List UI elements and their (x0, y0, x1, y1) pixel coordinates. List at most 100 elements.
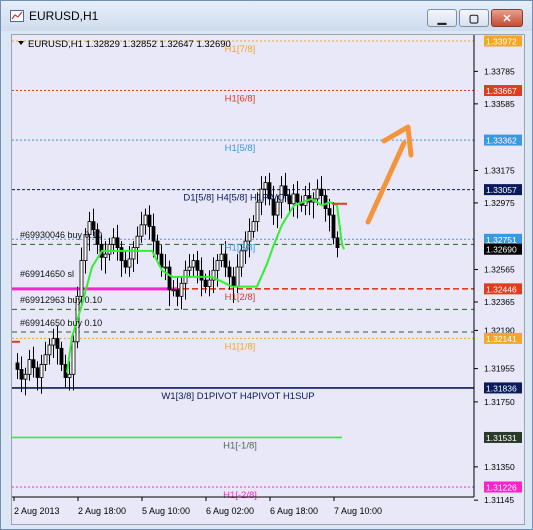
candle (19, 369, 24, 380)
candle (215, 260, 220, 271)
candle (175, 289, 180, 297)
candle (147, 214, 152, 227)
close-button[interactable]: ✕ (491, 9, 523, 27)
price-tag-label: 1.33362 (486, 136, 517, 146)
price-tick-label: 1.31145 (484, 495, 514, 505)
price-tick-label: 1.33785 (484, 66, 515, 76)
candle (187, 266, 192, 271)
candle (151, 226, 156, 242)
candle (291, 193, 296, 205)
price-tag-label: 1.32141 (486, 334, 517, 344)
order-label: #69914650 sl (20, 269, 74, 279)
candle (143, 214, 148, 226)
candle (255, 201, 260, 223)
candle (251, 221, 256, 232)
price-tag-label: 1.32751 (486, 235, 517, 245)
price-tick-label: 1.33175 (484, 165, 515, 175)
candle (219, 253, 224, 261)
level-label: D1[5/8] H4[5/8] H1PIVOT (183, 193, 290, 204)
candle (331, 214, 336, 239)
time-tick-label: 5 Aug 10:00 (142, 506, 190, 516)
candle (23, 373, 28, 380)
candle (123, 260, 128, 268)
candle (91, 221, 96, 231)
candle (203, 279, 208, 287)
level-label: H1[5/8] (225, 143, 256, 154)
price-tick-label: 1.32365 (484, 297, 515, 307)
time-tick-label: 2 Aug 2013 (14, 506, 60, 516)
chart-window: EURUSD,H1 ▁ ▢ ✕ H1[7/8] H1[6/8] H1[5/8] D1[… (0, 0, 533, 530)
order-label: #69912963 buy 0.10 (20, 295, 102, 305)
candle (315, 188, 320, 200)
candle (43, 354, 48, 365)
price-tag-label: 1.33057 (486, 185, 517, 195)
price-tick-label: 1.31955 (484, 364, 515, 374)
candle (71, 341, 76, 375)
minimize-button[interactable]: ▁ (427, 9, 457, 27)
candle (59, 347, 64, 365)
level-label: W1[3/8] D1PIVOT H4PIVOT H1SUP (161, 391, 314, 402)
candle (127, 258, 132, 268)
price-tag-label: 1.31531 (486, 433, 517, 443)
candle (103, 253, 108, 258)
title-bar[interactable]: EURUSD,H1 ▁ ▢ ✕ (1, 1, 532, 31)
price-tag-label: 1.33667 (486, 86, 517, 96)
candle (107, 243, 112, 255)
price-tick-label: 1.32975 (484, 198, 515, 208)
price-tick-label: 1.31750 (484, 397, 515, 407)
candle (179, 282, 184, 297)
candle (51, 338, 56, 346)
candle (135, 235, 140, 248)
candle (27, 359, 32, 375)
symbol-info: EURUSD,H1 1.32829 1.32852 1.32647 1.3269… (28, 39, 231, 50)
time-tick-label: 2 Aug 18:00 (78, 506, 126, 516)
candle (39, 364, 44, 378)
candle (115, 237, 120, 248)
candle (191, 260, 196, 268)
time-tick-label: 7 Aug 10:00 (334, 506, 382, 516)
candle (195, 260, 200, 271)
restore-icon: ▢ (468, 12, 480, 25)
window-title: EURUSD,H1 (29, 9, 99, 23)
candle (67, 373, 72, 378)
candle (275, 201, 280, 216)
level-label: H1[2/8] (225, 292, 256, 303)
chart-header: EURUSD,H1 1.32829 1.32852 1.32647 1.3269… (18, 39, 231, 50)
candle (199, 269, 204, 281)
candle (335, 237, 340, 248)
candle (119, 247, 124, 261)
level-label: H1[1/8] (225, 341, 256, 352)
candle (163, 266, 168, 269)
price-tick-label: 1.33585 (484, 99, 515, 109)
candle (235, 266, 240, 287)
price-tag-label: 1.31836 (486, 383, 517, 393)
level-label: H1[-2/8] (223, 490, 257, 501)
candle (223, 253, 228, 268)
chart-icon (10, 10, 24, 22)
candle (263, 182, 268, 190)
close-icon: ✕ (502, 12, 512, 25)
candle (327, 208, 332, 216)
candle (207, 279, 212, 287)
price-tick-label: 1.31350 (484, 462, 515, 472)
price-chart[interactable]: H1[7/8]H1[6/8]H1[5/8]D1[5/8] H4[5/8] H1P… (12, 35, 524, 524)
chart-area[interactable]: H1[7/8] H1[6/8] H1[5/8] D1[5/8] H4[5/8] H1P… (11, 34, 525, 525)
minimize-icon: ▁ (437, 12, 447, 25)
candle (231, 276, 236, 287)
price-tag-label: 1.33972 (486, 37, 517, 47)
order-label: #69914650 buy 0.10 (20, 318, 102, 328)
price-tick-label: 1.32565 (484, 265, 515, 275)
level-label: H1[6/8] (225, 94, 256, 105)
candle (55, 338, 60, 349)
candle (247, 230, 252, 242)
candle (295, 193, 300, 203)
price-tag-label: 1.32690 (486, 245, 517, 255)
maximize-button[interactable]: ▢ (459, 9, 489, 27)
candle (167, 266, 172, 291)
candle (79, 260, 84, 297)
candle (15, 362, 20, 370)
candle (131, 247, 136, 260)
time-tick-label: 6 Aug 18:00 (270, 506, 318, 516)
candle (155, 240, 160, 255)
candle (35, 367, 40, 378)
